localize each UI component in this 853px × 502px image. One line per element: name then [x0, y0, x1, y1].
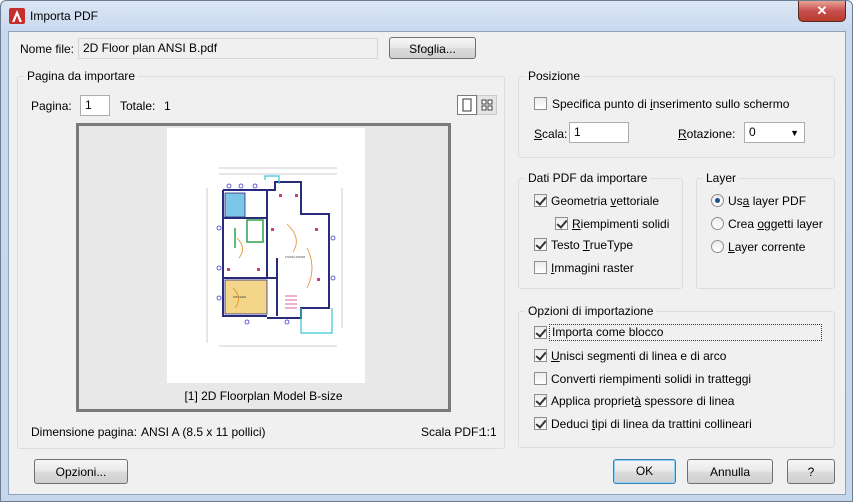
raster-images-label[interactable]: Immagini raster: [551, 261, 634, 275]
file-name-field: 2D Floor plan ANSI B.pdf: [78, 38, 378, 59]
scale-input[interactable]: 1: [569, 122, 629, 143]
import-pdf-dialog: Importa PDF ✕ Nome file: 2D Floor plan A…: [0, 0, 853, 502]
specify-insertion-point-checkbox[interactable]: [534, 97, 547, 110]
rotation-select[interactable]: 0 ▼: [744, 122, 805, 143]
pdf-scale-value: 1:1: [480, 425, 497, 439]
infer-linetypes-checkbox[interactable]: [534, 417, 547, 430]
ok-button[interactable]: OK: [613, 459, 676, 484]
pdf-data-group: Dati PDF da importare Geometria vettoria…: [518, 171, 683, 289]
floor-plan-drawing: LIVING ROOM KITCHEN: [206, 167, 343, 347]
single-page-view-button[interactable]: [457, 95, 477, 115]
dialog-body: Nome file: 2D Floor plan ANSI B.pdf Sfog…: [8, 31, 846, 495]
title-bar[interactable]: Importa PDF ✕: [1, 1, 852, 31]
raster-images-checkbox[interactable]: [534, 261, 547, 274]
page-number-input[interactable]: 1: [80, 95, 110, 116]
page-thumbnail: LIVING ROOM KITCHEN: [167, 128, 365, 383]
help-button[interactable]: ?: [787, 459, 835, 484]
cancel-button[interactable]: Annulla: [687, 459, 773, 484]
vector-geometry-label[interactable]: Geometria vettoriale: [551, 194, 659, 208]
browse-button-label: Sfoglia...: [409, 42, 456, 56]
truetype-text-checkbox[interactable]: [534, 238, 547, 251]
import-options-group-title: Opzioni di importazione: [525, 304, 657, 318]
vector-geometry-checkbox[interactable]: [534, 194, 547, 207]
solid-fills-checkbox[interactable]: [555, 217, 568, 230]
use-pdf-layers-radio[interactable]: [711, 194, 724, 207]
import-as-block-label[interactable]: Importa come blocco: [549, 324, 822, 341]
help-button-label: ?: [807, 465, 815, 479]
solid-fills-label[interactable]: Riempimenti solidi: [572, 217, 669, 231]
join-segments-label[interactable]: Unisci segmenti di linea e di arco: [551, 349, 726, 363]
pdf-data-group-title: Dati PDF da importare: [525, 171, 651, 185]
apply-lineweight-checkbox[interactable]: [534, 394, 547, 407]
truetype-text-label[interactable]: Testo TrueType: [551, 238, 633, 252]
page-size-label: Dimensione pagina:: [31, 425, 138, 439]
page-to-import-group: Pagina da importare Pagina: 1 Totale: 1: [17, 69, 505, 449]
options-button-label: Opzioni...: [55, 465, 107, 479]
rotation-value: 0: [749, 125, 756, 139]
position-group: Posizione Specifica punto di inserimento…: [518, 69, 835, 158]
position-group-title: Posizione: [525, 69, 584, 83]
page-group-title: Pagina da importare: [24, 69, 139, 83]
total-value: 1: [164, 99, 171, 113]
pdf-scale-label: Scala PDF:: [421, 425, 482, 439]
file-name-label: Nome file:: [20, 42, 75, 56]
preview-caption: [1] 2D Floorplan Model B-size: [184, 389, 343, 403]
current-layer-radio[interactable]: [711, 240, 724, 253]
create-object-layers-label[interactable]: Crea oggetti layer: [728, 217, 823, 231]
current-layer-label[interactable]: Layer corrente: [728, 240, 805, 254]
total-label: Totale:: [120, 99, 156, 113]
apply-lineweight-label[interactable]: Applica proprietà spessore di linea: [551, 394, 734, 408]
rotation-label: Rotazione:: [678, 127, 736, 141]
single-page-icon: [462, 98, 472, 112]
infer-linetypes-label[interactable]: Deduci tipi di linea da trattini colline…: [551, 417, 752, 431]
layer-group-title: Layer: [703, 171, 740, 185]
convert-fills-label[interactable]: Converti riempimenti solidi in tratteggi: [551, 372, 751, 386]
import-as-block-checkbox[interactable]: [534, 326, 547, 339]
use-pdf-layers-label[interactable]: Usa layer PDF: [728, 194, 806, 208]
window-title: Importa PDF: [30, 9, 99, 23]
page-size-value: ANSI A (8.5 x 11 pollici): [141, 425, 266, 439]
page-preview[interactable]: LIVING ROOM KITCHEN [1] 2D Floorplan Mod…: [76, 123, 451, 412]
create-object-layers-radio[interactable]: [711, 217, 724, 230]
autocad-app-icon: [9, 8, 25, 24]
ok-button-label: OK: [635, 464, 654, 478]
grid-icon: [481, 99, 493, 111]
chevron-down-icon: ▼: [790, 128, 799, 138]
page-label: Pagina:: [31, 99, 72, 113]
thumbnail-view-button[interactable]: [477, 95, 497, 115]
convert-fills-checkbox[interactable]: [534, 372, 547, 385]
join-segments-checkbox[interactable]: [534, 349, 547, 362]
specify-insertion-point-label[interactable]: Specifica punto di inserimento sullo sch…: [552, 97, 789, 111]
layer-group: Layer Usa layer PDF Crea oggetti layer L…: [696, 171, 835, 289]
options-button[interactable]: Opzioni...: [34, 459, 128, 484]
scale-label: Scala:: [534, 127, 568, 141]
close-button[interactable]: ✕: [798, 1, 846, 22]
import-options-group: Opzioni di importazione Importa come blo…: [518, 304, 835, 448]
cancel-button-label: Annulla: [709, 465, 751, 479]
browse-button[interactable]: Sfoglia...: [389, 37, 476, 59]
svg-text:KITCHEN: KITCHEN: [233, 295, 246, 299]
svg-text:LIVING ROOM: LIVING ROOM: [285, 255, 306, 259]
